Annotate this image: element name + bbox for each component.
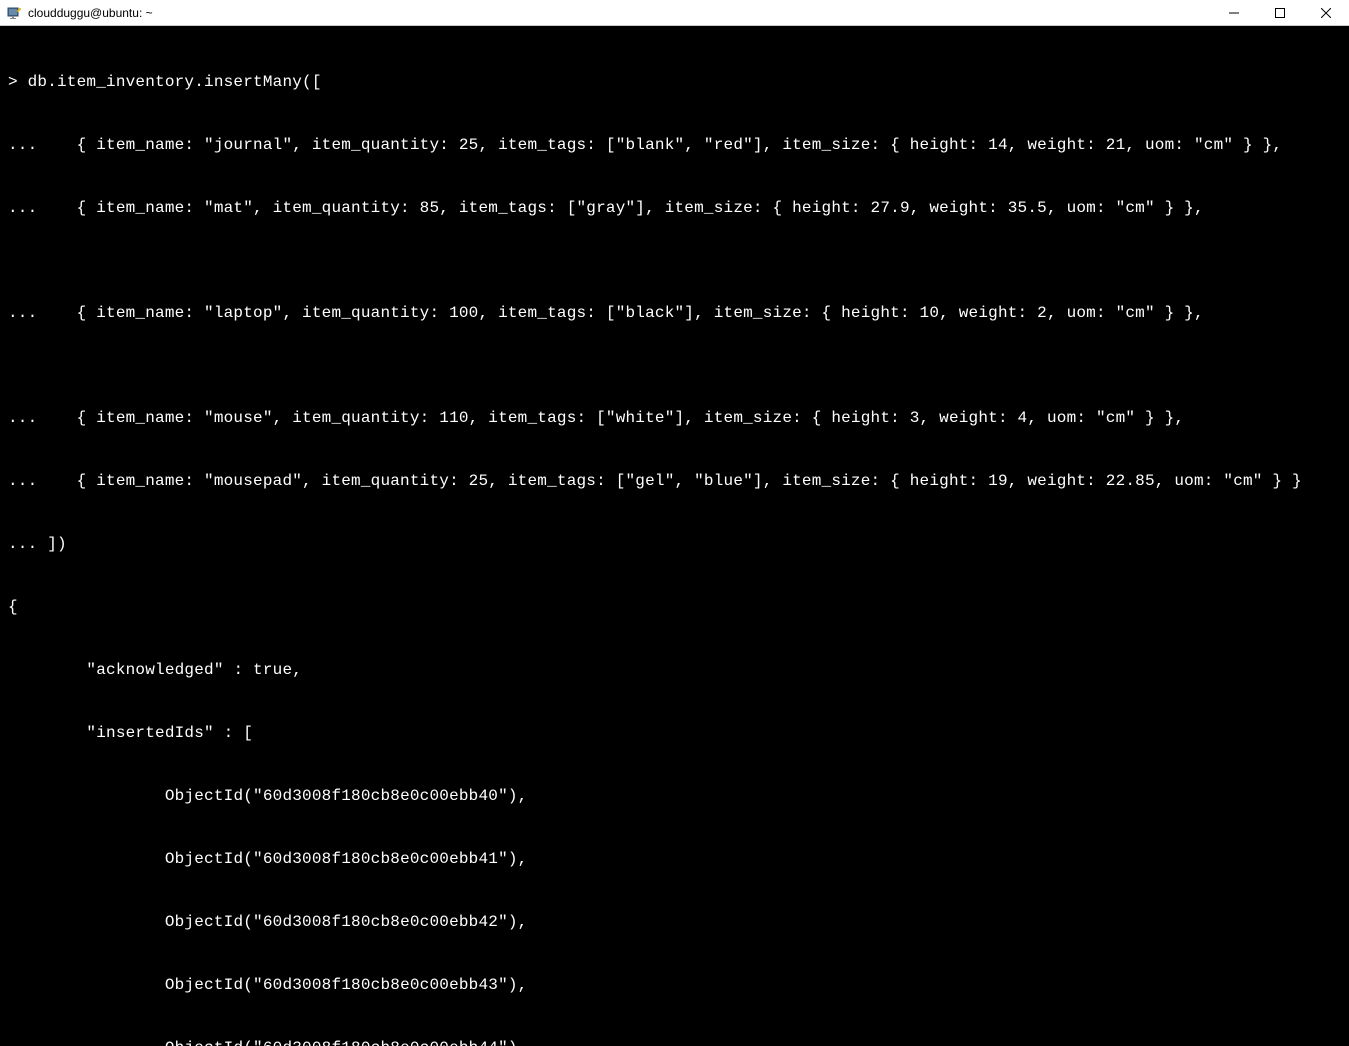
terminal-line: ... { item_name: "journal", item_quantit… [8,135,1341,156]
putty-icon [6,5,22,21]
terminal-output[interactable]: > db.item_inventory.insertMany([ ... { i… [0,26,1349,1046]
terminal-line: ObjectId("60d3008f180cb8e0c00ebb42"), [8,912,1341,933]
terminal-line: ObjectId("60d3008f180cb8e0c00ebb43"), [8,975,1341,996]
terminal-line: { [8,597,1341,618]
terminal-line: ... { item_name: "mat", item_quantity: 8… [8,198,1341,219]
terminal-line: ObjectId("60d3008f180cb8e0c00ebb41"), [8,849,1341,870]
window-title: cloudduggu@ubuntu: ~ [28,6,153,20]
terminal-line: > db.item_inventory.insertMany([ [8,72,1341,93]
terminal-line: "acknowledged" : true, [8,660,1341,681]
terminal-line: ... { item_name: "mouse", item_quantity:… [8,408,1341,429]
window-titlebar: cloudduggu@ubuntu: ~ [0,0,1349,26]
terminal-line: ... ]) [8,534,1341,555]
close-button[interactable] [1303,0,1349,25]
terminal-line: ... { item_name: "mousepad", item_quanti… [8,471,1341,492]
maximize-button[interactable] [1257,0,1303,25]
titlebar-left: cloudduggu@ubuntu: ~ [0,5,153,21]
minimize-button[interactable] [1211,0,1257,25]
terminal-line: ObjectId("60d3008f180cb8e0c00ebb40"), [8,786,1341,807]
terminal-line: ... { item_name: "laptop", item_quantity… [8,303,1341,324]
window-controls [1211,0,1349,25]
terminal-line: "insertedIds" : [ [8,723,1341,744]
terminal-line: ObjectId("60d3008f180cb8e0c00ebb44") [8,1038,1341,1046]
